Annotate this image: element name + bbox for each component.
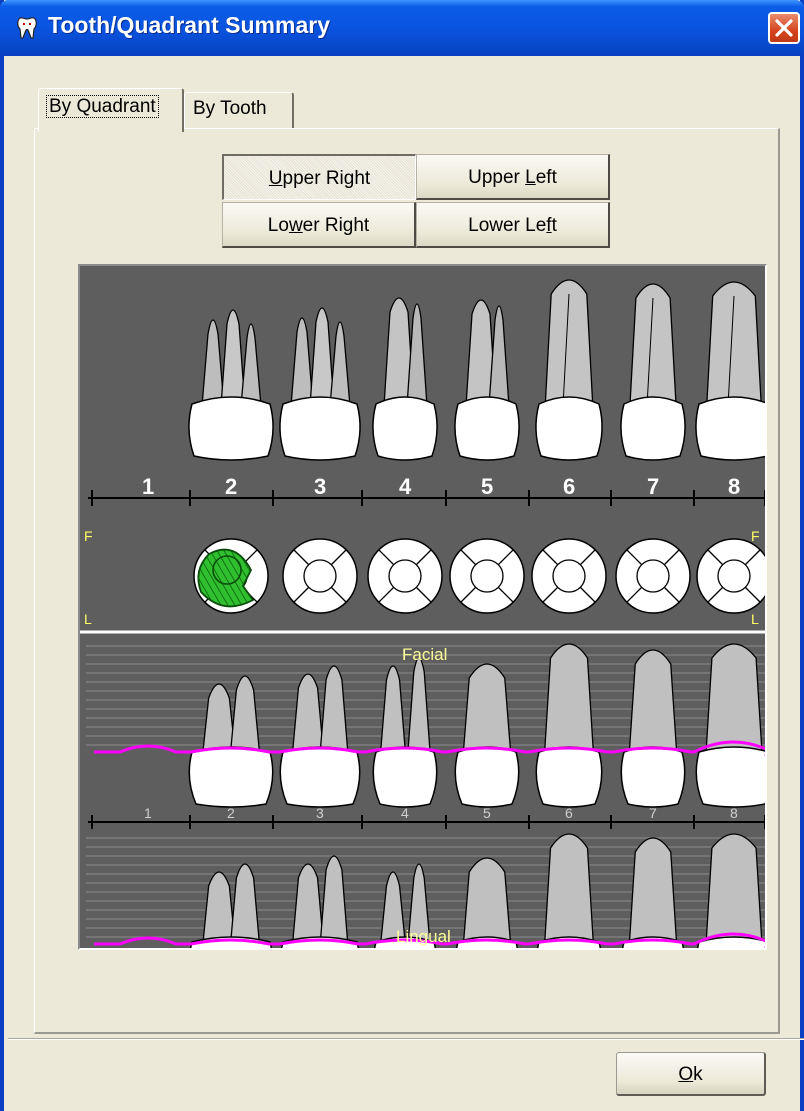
tooth-number-label-small: 4 xyxy=(401,805,409,821)
lingual-tooth-2[interactable] xyxy=(189,863,273,948)
upper-tooth-7[interactable] xyxy=(620,283,686,461)
tooth-number-label-small: 2 xyxy=(227,805,235,821)
tab-by-tooth[interactable]: By Tooth xyxy=(184,92,294,128)
tooth-number-label: 3 xyxy=(314,474,326,499)
occlusal-tooth-5[interactable] xyxy=(449,538,525,614)
lingual-tooth-5[interactable] xyxy=(455,857,519,948)
tooth-number-label: 5 xyxy=(481,474,493,499)
tooth-number-label: 1 xyxy=(142,474,154,499)
ok-button[interactable]: Ok xyxy=(616,1052,766,1096)
facial-tooth-7[interactable] xyxy=(620,649,686,808)
occlusal-tooth-7[interactable] xyxy=(615,538,691,614)
upper-tooth-row[interactable] xyxy=(188,279,765,461)
tooth-quadrant-summary-window: Tooth/Quadrant Summary By Quadrant By To… xyxy=(0,0,804,1111)
title-bar[interactable]: Tooth/Quadrant Summary xyxy=(0,0,804,56)
tooth-number-label: 2 xyxy=(225,474,237,499)
lingual-tooth-7[interactable] xyxy=(621,837,685,948)
facial-tooth-5[interactable] xyxy=(454,663,520,808)
window-title: Tooth/Quadrant Summary xyxy=(48,12,330,38)
lingual-tooth-3[interactable] xyxy=(280,855,360,948)
facial-label: Facial xyxy=(402,645,447,664)
tooth-number-label-small: 3 xyxy=(316,805,324,821)
dental-chart[interactable]: 1 2 3 4 5 6 7 8 1 2 3 4 5 6 7 8 F L F L Facial Lingual xyxy=(78,264,767,950)
lingual-label: Lingual xyxy=(396,927,451,946)
facial-side-label-left: F xyxy=(84,528,93,544)
tooth-number-label-small: 1 xyxy=(144,805,152,821)
facial-side-label-right: F xyxy=(751,528,760,544)
tooth-app-icon xyxy=(17,17,37,39)
tooth-number-label: 6 xyxy=(563,474,575,499)
facial-tooth-8[interactable] xyxy=(695,643,765,808)
upper-tooth-2[interactable] xyxy=(188,309,274,461)
tooth-number-label-small: 5 xyxy=(483,805,491,821)
facial-tooth-2[interactable] xyxy=(188,675,274,808)
facial-tooth-6[interactable] xyxy=(535,643,603,808)
facial-tooth-4[interactable] xyxy=(372,657,438,808)
facial-tooth-row[interactable] xyxy=(188,643,765,808)
lingual-side-label-right: L xyxy=(751,611,759,627)
close-button[interactable] xyxy=(768,12,800,44)
tooth-number-label-small: 6 xyxy=(565,805,573,821)
upper-tooth-5[interactable] xyxy=(454,299,520,461)
occlusal-surface-row[interactable] xyxy=(193,538,765,614)
tooth-number-label-small: 8 xyxy=(730,805,738,821)
upper-right-button[interactable]: Upper Right xyxy=(222,154,416,200)
footer-divider xyxy=(8,1038,804,1040)
tooth-number-label: 4 xyxy=(399,474,412,499)
upper-tooth-8[interactable] xyxy=(695,281,765,461)
lower-right-button[interactable]: Lower Right xyxy=(222,202,416,248)
upper-tooth-4[interactable] xyxy=(372,297,438,461)
dental-chart-canvas[interactable]: 1 2 3 4 5 6 7 8 1 2 3 4 5 6 7 8 F L F L Facial Lingual xyxy=(80,266,765,948)
occlusal-tooth-4[interactable] xyxy=(367,538,443,614)
occlusal-tooth-8[interactable] xyxy=(696,538,765,614)
tooth-number-axis: 1 2 3 4 5 6 7 8 xyxy=(88,474,765,506)
lower-left-button[interactable]: Lower Left xyxy=(416,202,610,248)
upper-tooth-3[interactable] xyxy=(279,307,361,461)
upper-tooth-6[interactable] xyxy=(535,279,603,461)
tab-by-quadrant[interactable]: By Quadrant xyxy=(38,88,184,132)
tooth-number-label-small: 7 xyxy=(649,805,657,821)
lingual-tooth-8[interactable] xyxy=(696,833,765,948)
tooth-number-label: 7 xyxy=(647,474,659,499)
tooth-number-axis-small: 1 2 3 4 5 6 7 8 xyxy=(88,805,765,829)
occlusal-tooth-6[interactable] xyxy=(531,538,607,614)
lingual-tooth-row[interactable] xyxy=(189,833,765,948)
occlusal-tooth-2[interactable] xyxy=(193,538,269,614)
lingual-side-label-left: L xyxy=(84,611,92,627)
close-icon xyxy=(775,19,793,37)
tooth-number-label: 8 xyxy=(728,474,740,499)
upper-left-button[interactable]: Upper Left xyxy=(416,154,610,200)
occlusal-tooth-3[interactable] xyxy=(282,538,358,614)
lingual-tooth-6[interactable] xyxy=(536,833,602,948)
